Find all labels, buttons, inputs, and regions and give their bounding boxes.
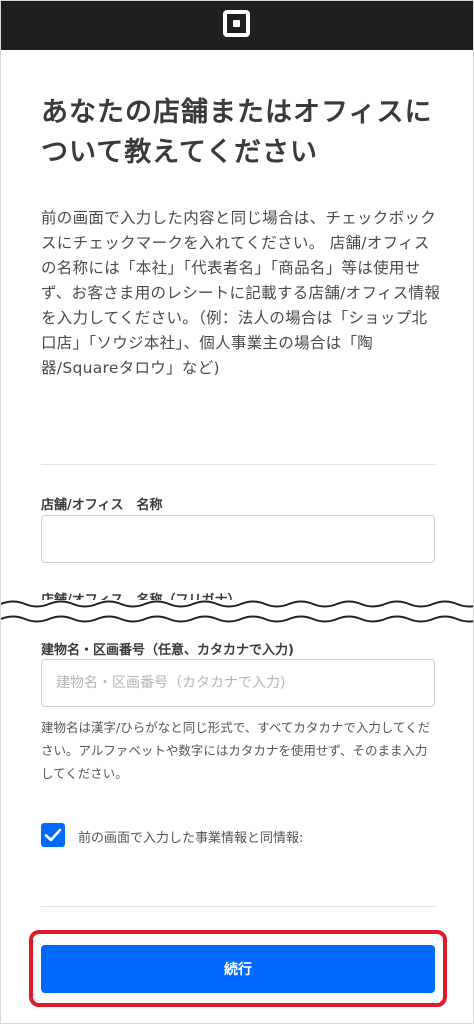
checkmark-icon: [44, 828, 62, 842]
divider: [41, 906, 435, 907]
page-title: あなたの店舗またはオフィスについて教えてください: [41, 97, 433, 168]
page-description: 前の画面で入力した内容と同じ場合は、チェックボックスにチェックマークを入れてくだ…: [41, 209, 441, 377]
same-info-checkbox-label: 前の画面で入力した事業情報と同情報:: [78, 831, 304, 846]
torn-edge: [1, 600, 473, 623]
top-bar: [1, 1, 473, 50]
screen-frame: あなたの店舗またはオフィスについて教えてください 前の画面で入力した内容と同じ場…: [0, 0, 474, 1024]
divider: [41, 464, 435, 465]
building-input[interactable]: [41, 659, 435, 707]
building-helper-text: 建物名は漢字/ひらがなと同じ形式で、すべてカタカナで入力してください。アルファベ…: [41, 720, 431, 781]
continue-button[interactable]: 続行: [41, 945, 435, 993]
square-logo-icon: [223, 10, 250, 37]
store-name-input[interactable]: [41, 515, 435, 563]
store-name-label: 店舗/オフィス 名称: [41, 498, 163, 513]
same-info-checkbox[interactable]: [41, 823, 65, 847]
building-label: 建物名・区画番号（任意、カタカナで入力): [41, 643, 294, 658]
